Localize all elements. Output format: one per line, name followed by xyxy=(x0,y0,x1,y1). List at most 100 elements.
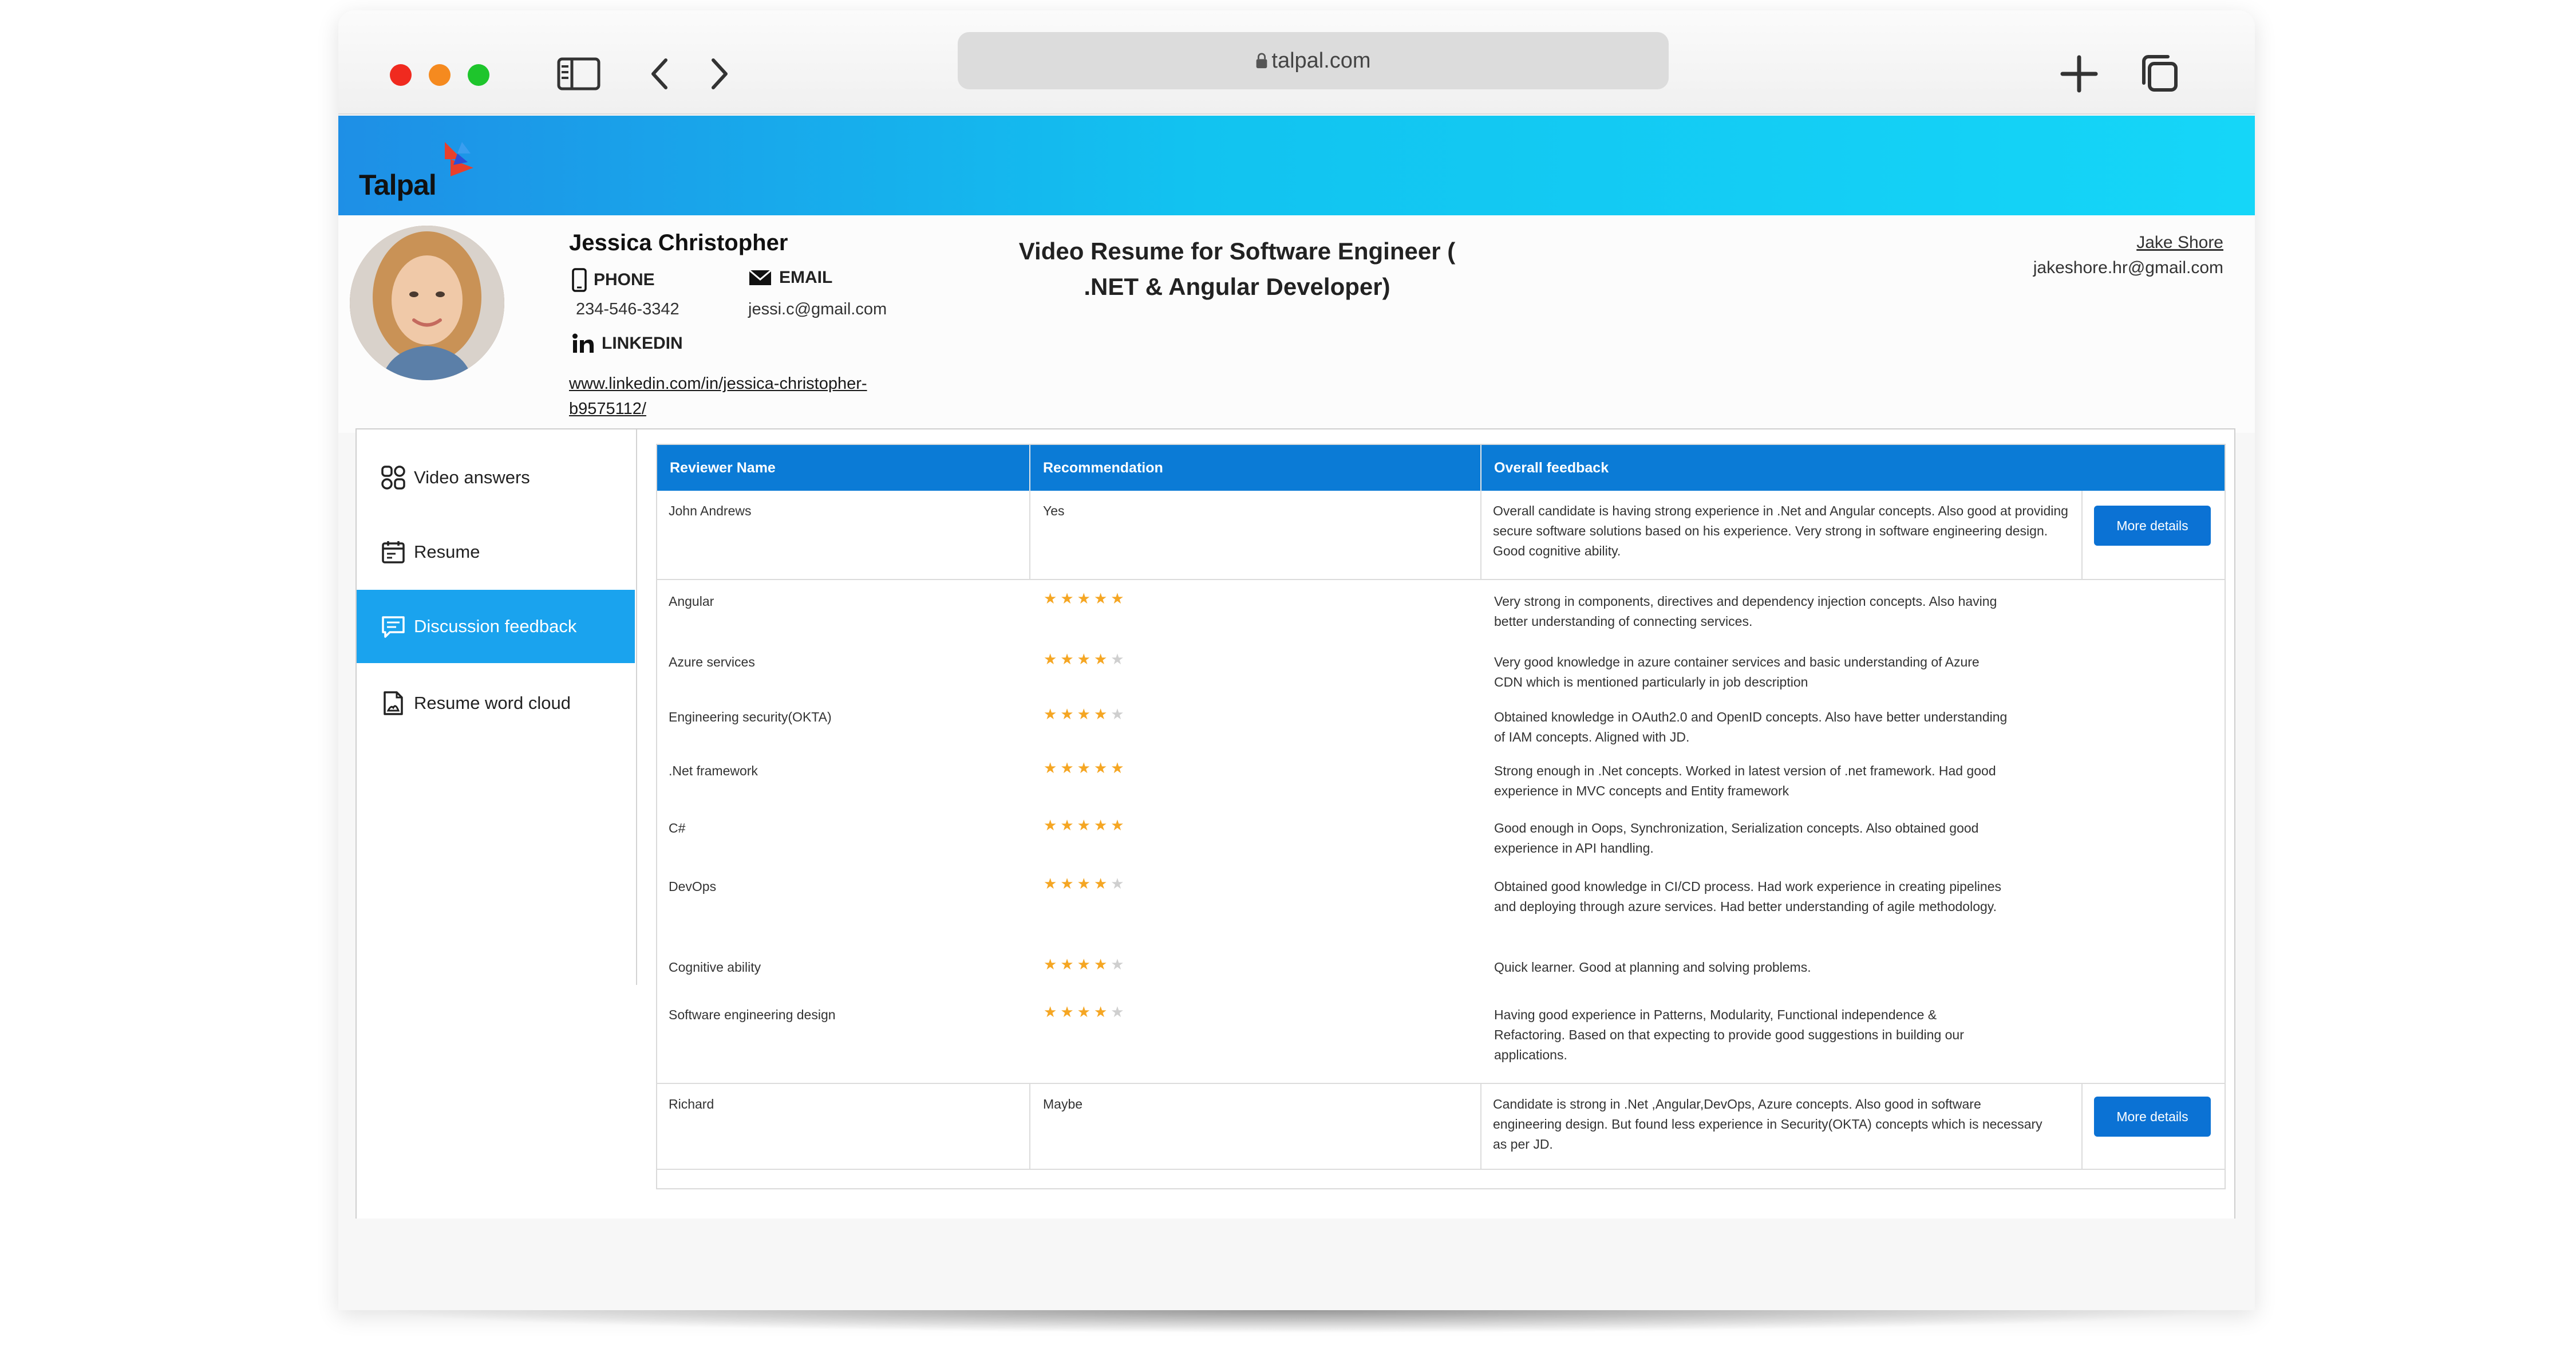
skill-name: DevOps xyxy=(669,879,717,894)
star-icon: ★ xyxy=(1060,759,1074,776)
star-icon: ★ xyxy=(1044,651,1057,668)
star-icon: ★ xyxy=(1111,651,1124,668)
star-icon: ★ xyxy=(1044,1003,1057,1020)
star-rating: ★ ★ ★ ★ ★ xyxy=(1044,706,1124,722)
skill-feedback-text: Obtained good knowledge in CI/CD process… xyxy=(1494,879,2001,914)
star-icon: ★ xyxy=(1044,956,1057,973)
star-icon: ★ xyxy=(1093,875,1108,892)
star-icon: ★ xyxy=(1077,651,1091,668)
browser-titlebar: talpal.com xyxy=(338,10,2255,115)
window-shadow xyxy=(372,1310,2221,1333)
email-value[interactable]: jessi.c@gmail.com xyxy=(748,300,887,319)
maximize-window-button[interactable] xyxy=(468,64,489,86)
more-details-button[interactable]: More details xyxy=(2094,506,2211,546)
candidate-profile: Jessica Christopher PHONE 234-546-3342 E… xyxy=(338,215,2255,433)
table-row: Richard Maybe Candidate is strong in .Ne… xyxy=(657,1084,2225,1170)
star-icon: ★ xyxy=(1111,1003,1124,1020)
url-text: talpal.com xyxy=(1271,48,1371,73)
skill-name: Engineering security(OKTA) xyxy=(669,709,832,724)
star-icon: ★ xyxy=(1077,590,1091,607)
column-header-recommendation[interactable]: Recommendation xyxy=(1030,445,1481,491)
skill-row: Cognitive ability ★ ★ ★ ★ ★ Quick learner. Goo… xyxy=(657,956,2225,1009)
skill-row: C# ★ ★ ★ ★ ★ Good enough in Oops, Synchronizat… xyxy=(657,817,2225,870)
recruiter-info: Jake Shore jakeshore.hr@gmail.com xyxy=(2033,230,2223,281)
address-bar[interactable]: talpal.com xyxy=(958,32,1669,89)
skill-name: .Net framework xyxy=(669,763,758,778)
skill-row: DevOps ★ ★ ★ ★ ★ Obtained good knowledge in CI… xyxy=(657,876,2225,928)
star-rating: ★ ★ ★ ★ ★ xyxy=(1044,1004,1124,1020)
star-icon: ★ xyxy=(1111,759,1124,776)
chat-icon xyxy=(381,614,406,639)
star-icon: ★ xyxy=(1060,817,1074,834)
skill-feedback-text: Good enough in Oops, Synchronization, Se… xyxy=(1494,821,1979,856)
minimize-window-button[interactable] xyxy=(429,64,451,86)
skill-feedback-text: Strong enough in .Net concepts. Worked i… xyxy=(1494,763,1996,798)
skill-row: Angular ★ ★ ★ ★ ★ Very strong in components, d… xyxy=(657,590,2225,643)
phone-icon xyxy=(572,268,587,292)
column-header-reviewer[interactable]: Reviewer Name xyxy=(657,445,1030,491)
star-rating: ★ ★ ★ ★ ★ xyxy=(1044,876,1124,892)
star-icon: ★ xyxy=(1111,875,1124,892)
recommendation-value: Maybe xyxy=(1043,1097,1083,1111)
star-icon: ★ xyxy=(1044,817,1057,834)
star-rating: ★ ★ ★ ★ ★ xyxy=(1044,817,1124,833)
star-icon: ★ xyxy=(1093,817,1108,834)
star-icon: ★ xyxy=(1077,1003,1091,1020)
new-tab-plus-icon[interactable] xyxy=(2056,54,2102,94)
star-icon: ★ xyxy=(1044,875,1057,892)
star-icon: ★ xyxy=(1111,956,1124,973)
star-icon: ★ xyxy=(1060,705,1074,723)
star-icon: ★ xyxy=(1044,759,1057,776)
star-icon: ★ xyxy=(1077,875,1091,892)
star-icon: ★ xyxy=(1044,705,1057,723)
lock-icon xyxy=(1257,53,1267,69)
close-window-button[interactable] xyxy=(390,64,412,86)
star-icon: ★ xyxy=(1111,817,1124,834)
nav-item-resume[interactable]: Resume xyxy=(357,515,635,589)
mail-icon xyxy=(749,269,772,285)
skill-name: Cognitive ability xyxy=(669,960,761,975)
candidate-name: Jessica Christopher xyxy=(569,230,788,255)
star-icon: ★ xyxy=(1093,759,1108,776)
feedback-table: Reviewer Name Recommendation Overall fee… xyxy=(656,444,2226,1189)
linkedin-link[interactable]: www.linkedin.com/in/jessica-christopher-… xyxy=(569,371,912,421)
star-icon: ★ xyxy=(1060,1003,1074,1020)
email-label: EMAIL xyxy=(748,268,832,287)
forward-arrow-icon[interactable] xyxy=(696,54,742,94)
column-header-overall-feedback[interactable]: Overall feedback xyxy=(1481,445,2226,491)
tab-overview-icon[interactable] xyxy=(2136,54,2182,94)
table-row: John Andrews Yes Overall candidate is ha… xyxy=(657,491,2225,580)
star-icon: ★ xyxy=(1044,590,1057,607)
nav-item-resume-word-cloud[interactable]: Resume word cloud xyxy=(357,667,635,740)
more-details-button[interactable]: More details xyxy=(2094,1097,2211,1137)
sidebar-toggle-icon[interactable] xyxy=(556,54,602,94)
linkedin-label: LINKEDIN xyxy=(572,333,683,354)
recruiter-name-link[interactable]: Jake Shore xyxy=(2033,230,2223,255)
skill-row: Software engineering design ★ ★ ★ ★ ★ Having g… xyxy=(657,1004,2225,1062)
star-icon: ★ xyxy=(1060,956,1074,973)
skill-row: Azure services ★ ★ ★ ★ ★ Very good knowledge i… xyxy=(657,651,2225,704)
star-icon: ★ xyxy=(1077,817,1091,834)
phone-label: PHONE xyxy=(572,268,655,292)
talpal-logo[interactable]: Talpal xyxy=(359,136,485,201)
skill-row: Engineering security(OKTA) ★ ★ ★ ★ ★ Obtained … xyxy=(657,706,2225,759)
phone-value: 234-546-3342 xyxy=(576,300,679,318)
side-navigation: Video answers Resume Discussion feedback… xyxy=(357,429,637,985)
linkedin-icon xyxy=(572,333,594,353)
star-rating: ★ ★ ★ ★ ★ xyxy=(1044,760,1124,776)
back-arrow-icon[interactable] xyxy=(637,54,683,94)
star-icon: ★ xyxy=(1060,590,1074,607)
job-title: Video Resume for Software Engineer ( .NE… xyxy=(1018,238,1456,300)
star-rating: ★ ★ ★ ★ ★ xyxy=(1044,651,1124,667)
skill-name: Software engineering design xyxy=(669,1007,836,1022)
nav-item-discussion-feedback[interactable]: Discussion feedback xyxy=(357,590,635,663)
star-icon: ★ xyxy=(1060,875,1074,892)
star-icon: ★ xyxy=(1077,956,1091,973)
reviewer-name: John Andrews xyxy=(669,503,752,518)
nav-item-video-answers[interactable]: Video answers xyxy=(357,441,635,514)
star-icon: ★ xyxy=(1093,705,1108,723)
document-icon xyxy=(381,691,406,716)
skill-name: C# xyxy=(669,821,686,835)
browser-window: talpal.com Talpal Jessica Christopher PH… xyxy=(338,10,2255,1310)
star-icon: ★ xyxy=(1077,705,1091,723)
